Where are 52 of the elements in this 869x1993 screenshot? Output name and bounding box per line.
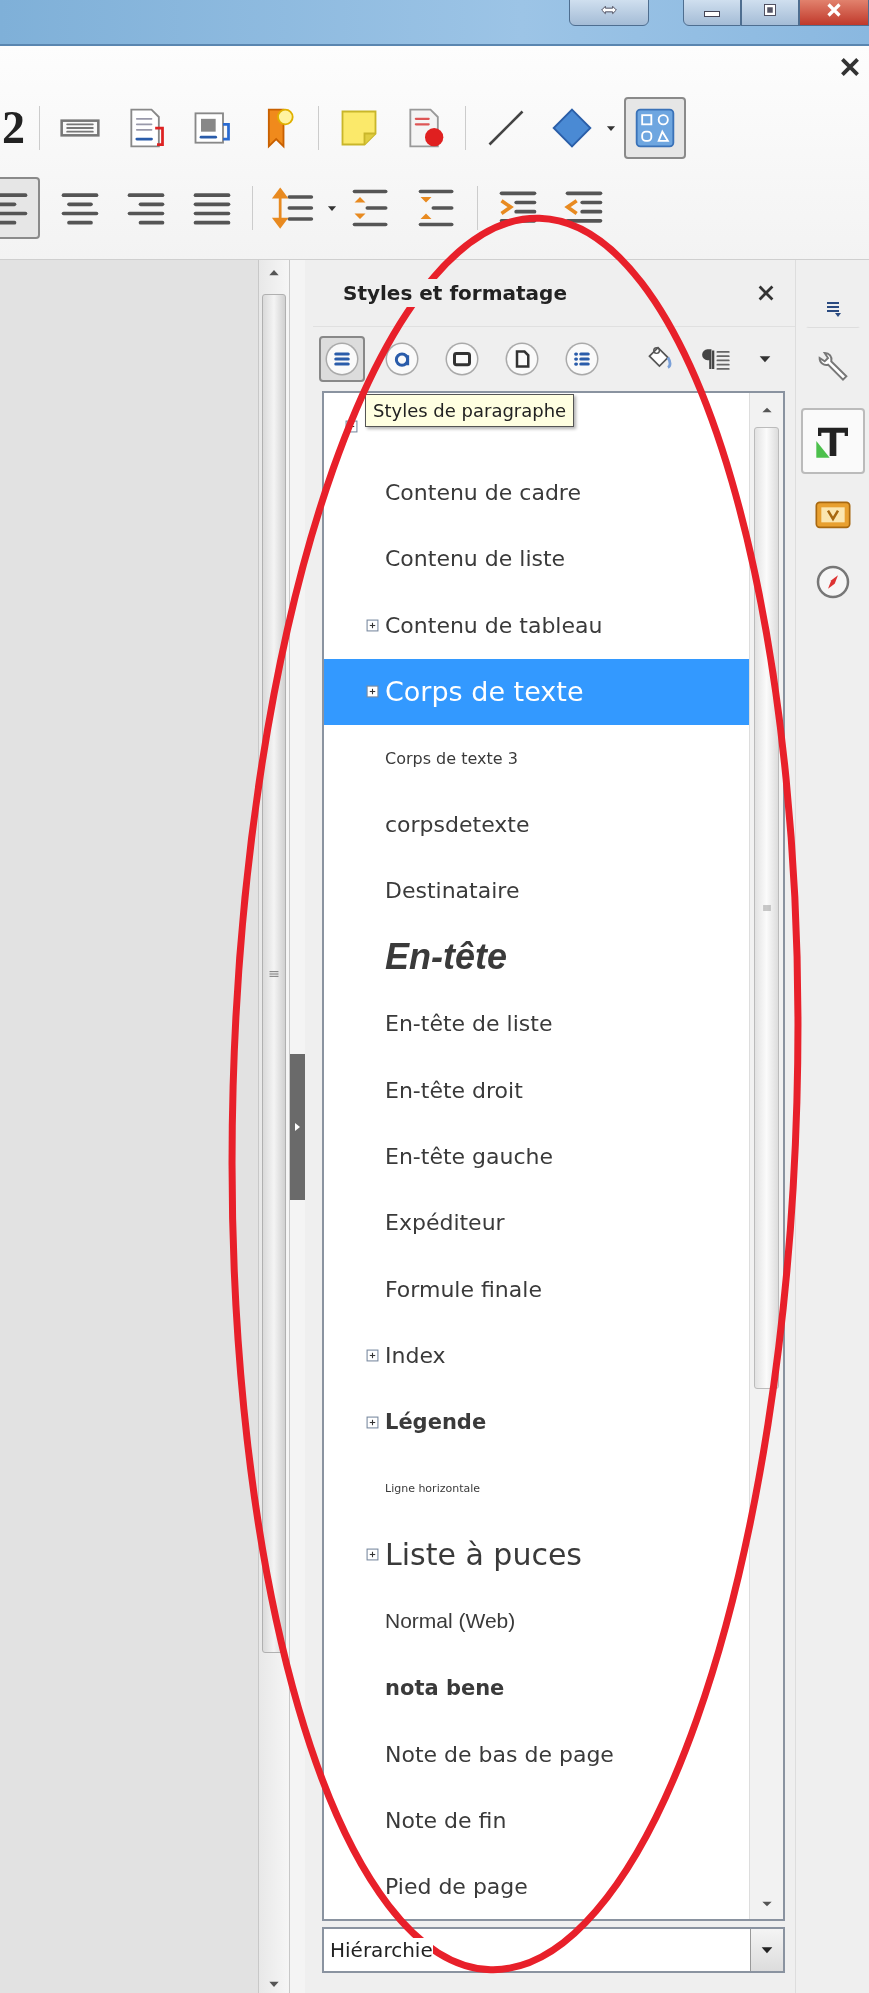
shapes-button[interactable] [624,97,686,159]
style-item[interactable]: corpsdetexte [324,791,749,858]
style-item[interactable]: En-tête [324,924,749,991]
paragraph-styles-tab[interactable] [319,336,365,382]
style-item[interactable]: Contenu de cadre [324,459,749,526]
style-item[interactable]: En-tête gauche [324,1123,749,1190]
style-item[interactable]: En-tête de liste [324,990,749,1057]
minimize-button[interactable] [683,0,741,26]
close-button[interactable] [799,0,869,26]
style-item[interactable]: En-tête droit [324,1056,749,1124]
splitter-handle[interactable] [290,1054,305,1200]
line-spacing-icon [271,186,315,230]
style-item[interactable]: Destinataire [324,857,749,925]
diamond-icon [550,106,594,150]
expand-icon[interactable] [366,1548,379,1562]
shapes-icon [633,106,677,150]
styles-button[interactable] [800,408,865,474]
numbering-button[interactable]: 2 [2,105,25,151]
style-item[interactable]: Note de bas de page [324,1720,749,1788]
scroll-thumb[interactable] [262,294,286,1653]
vertical-scrollbar[interactable] [749,393,783,1919]
style-item[interactable]: Expéditeur [324,1189,749,1257]
expand-icon[interactable] [366,618,379,632]
style-item[interactable]: Note de fin [324,1787,749,1854]
filter-dropdown[interactable]: Hiérarchie [322,1927,785,1973]
style-item[interactable]: Ligne horizontale [324,1455,749,1522]
style-item[interactable]: Liste à puces [324,1521,749,1589]
grip-icon [760,902,773,914]
tooltip: Styles de paragraphe [365,394,575,427]
resize-button[interactable] [569,0,649,26]
expand-icon[interactable] [366,685,379,699]
frame-icon [447,344,477,374]
style-item[interactable]: Contenu de liste [324,525,749,593]
vertical-scrollbar[interactable] [258,260,290,1993]
style-item[interactable]: Formule finale [324,1256,749,1323]
style-item[interactable]: Légende [324,1388,749,1456]
style-item[interactable]: Corps de texte 3 [324,724,749,792]
scroll-thumb[interactable] [754,427,779,1389]
panel-title: Styles et formatage [343,279,567,307]
maximize-button[interactable] [741,0,799,26]
expand-icon[interactable] [366,1415,379,1429]
style-item[interactable]: Normal (Web) [324,1588,749,1655]
style-item[interactable]: nota bene [324,1654,749,1721]
style-item[interactable]: Contenu de tableau [324,592,749,659]
style-item[interactable]: Pied de page [324,1853,749,1919]
lines-icon [327,344,357,374]
list-icon [567,344,597,374]
expand-icon[interactable] [366,1349,379,1363]
minimize-icon [704,11,720,17]
letter-icon [387,344,417,374]
page-icon [507,344,537,374]
style-item[interactable]: Index [324,1322,749,1389]
